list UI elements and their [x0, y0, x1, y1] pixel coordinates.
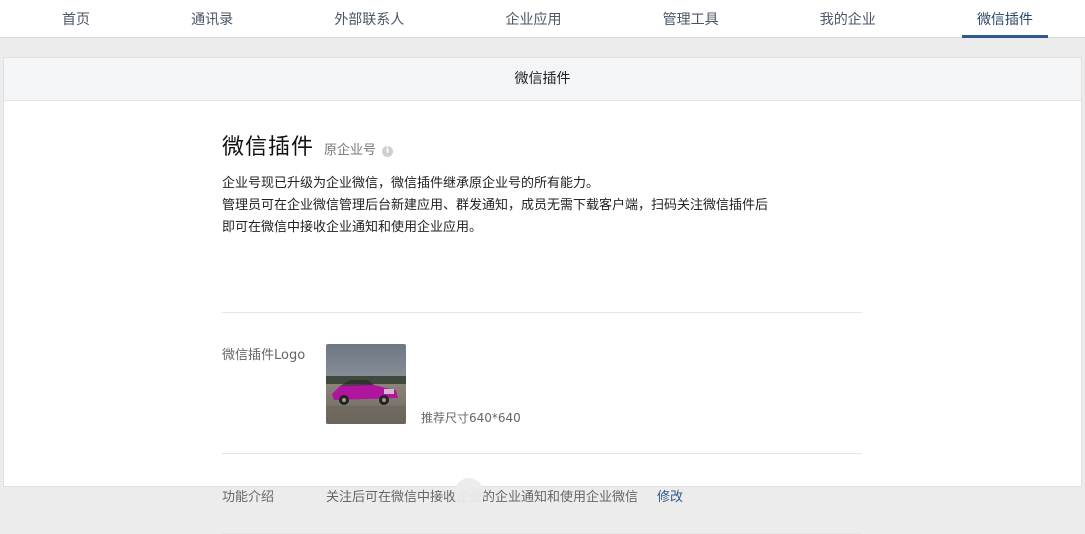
info-icon[interactable]: i [382, 146, 394, 157]
nav-my-enterprise[interactable]: 我的企业 [805, 0, 891, 37]
nav-home[interactable]: 首页 [47, 0, 105, 37]
nav-wechat-plugin[interactable]: 微信插件 [961, 0, 1048, 38]
description: 企业号现已升级为企业微信，微信插件继承原企业号的所有能力。 管理员可在企业微信管… [222, 173, 862, 239]
top-navigation: 首页 通讯录 外部联系人 企业应用 管理工具 我的企业 微信插件 [0, 0, 1085, 38]
wechat-plugin-panel: 微信插件 微信插件 原企业号 i 企业号现已升级为企业微信，微信插件继承原企业号… [3, 57, 1082, 534]
title-row: 微信插件 原企业号 i [222, 129, 862, 161]
description-line: 即可在微信中接收企业通知和使用企业应用。 [222, 220, 483, 235]
page-title: 微信插件 [222, 135, 315, 160]
nav-management-tools[interactable]: 管理工具 [648, 0, 734, 37]
nav-contacts[interactable]: 通讯录 [176, 0, 248, 37]
function-label: 功能介绍 [222, 490, 275, 505]
divider [222, 453, 862, 454]
logo-label: 微信插件Logo [222, 348, 306, 363]
plugin-logo-image[interactable] [326, 344, 406, 424]
panel-header: 微信插件 [4, 58, 1081, 101]
nav-external-contacts[interactable]: 外部联系人 [319, 0, 419, 37]
logo-size-hint: 推荐尺寸640*640 [421, 411, 521, 425]
car-photo-icon [326, 344, 406, 424]
loading-overlay [454, 478, 484, 510]
page-subtitle: 原企业号 [324, 143, 377, 158]
panel-content: 微信插件 原企业号 i 企业号现已升级为企业微信，微信插件继承原企业号的所有能力… [222, 101, 862, 534]
description-line: 企业号现已升级为企业微信，微信插件继承原企业号的所有能力。 [222, 176, 600, 191]
divider [222, 312, 862, 313]
edit-function-link[interactable]: 修改 [657, 486, 683, 505]
description-line: 管理员可在企业微信管理后台新建应用、群发通知，成员无需下载客户端，扫码关注微信插… [222, 198, 769, 213]
nav-enterprise-apps[interactable]: 企业应用 [490, 0, 576, 37]
